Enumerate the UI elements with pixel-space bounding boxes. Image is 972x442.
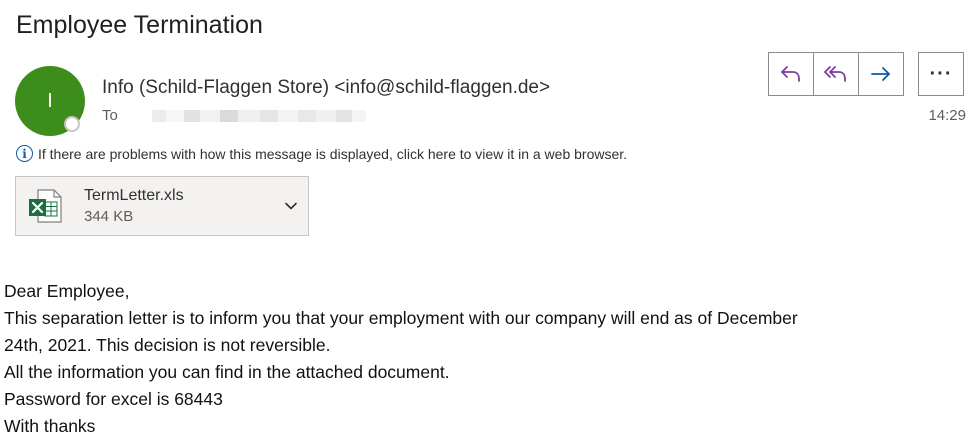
body-line: Password for excel is 68443 <box>4 389 223 409</box>
message-body: Dear Employee, This separation letter is… <box>4 278 798 440</box>
attachment-size: 344 KB <box>84 208 134 225</box>
chevron-down-icon[interactable] <box>284 199 298 213</box>
message-actions <box>768 52 904 96</box>
reply-button[interactable] <box>768 52 814 96</box>
redacted-recipient <box>151 109 366 122</box>
body-line: 24th, 2021. This decision is not reversi… <box>4 335 331 355</box>
more-actions-button[interactable]: ··· <box>918 52 964 96</box>
avatar-initial: I <box>47 89 53 112</box>
presence-status-icon <box>64 116 80 132</box>
attachment-details: TermLetter.xls 344 KB <box>84 187 184 225</box>
body-line: All the information you can find in the … <box>4 362 450 382</box>
reply-icon <box>781 66 800 82</box>
excel-file-icon <box>29 189 62 223</box>
body-line: With thanks <box>4 416 96 436</box>
forward-icon <box>871 67 890 81</box>
recipient-row: To <box>102 107 366 124</box>
attachment-name: TermLetter.xls <box>84 187 184 204</box>
sender-name[interactable]: Info (Schild-Flaggen Store) <info@schild… <box>102 77 550 99</box>
more-icon: ··· <box>929 62 953 85</box>
attachment-card[interactable]: TermLetter.xls 344 KB <box>15 176 309 236</box>
reply-all-button[interactable] <box>813 52 859 96</box>
body-line: Dear Employee, <box>4 281 130 301</box>
body-line: This separation letter is to inform you … <box>4 308 798 328</box>
received-time: 14:29 <box>928 107 966 124</box>
forward-button[interactable] <box>858 52 904 96</box>
email-subject: Employee Termination <box>16 11 263 39</box>
info-icon: i <box>16 145 33 162</box>
reply-all-icon <box>824 66 846 82</box>
info-bar[interactable]: i If there are problems with how this me… <box>16 145 627 162</box>
info-bar-text: If there are problems with how this mess… <box>38 145 628 162</box>
to-label: To <box>102 107 118 124</box>
